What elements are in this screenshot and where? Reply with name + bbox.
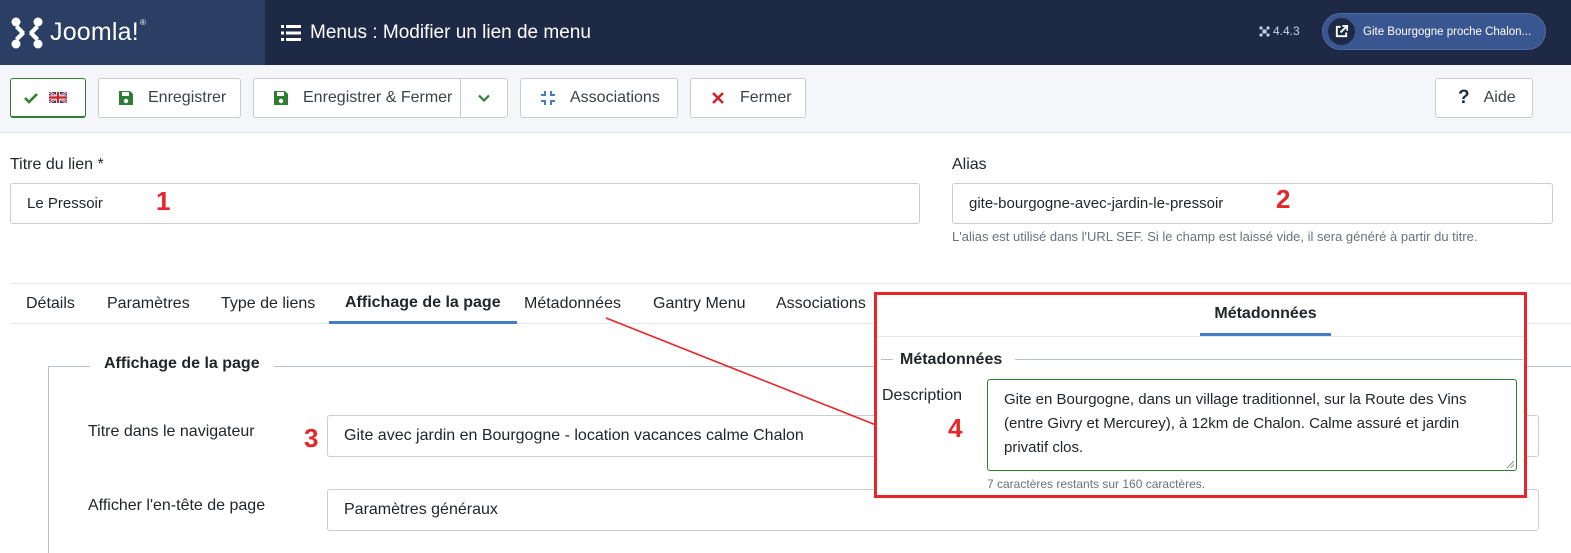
alias-hint: L'alias est utilisé dans l'URL SEF. Si l… bbox=[952, 229, 1478, 244]
show-header-label: Afficher l'en-tête de page bbox=[88, 497, 266, 514]
browser-title-label: Titre dans le navigateur bbox=[88, 423, 255, 440]
compress-icon bbox=[539, 89, 557, 107]
tab-link-type[interactable]: Type de liens bbox=[221, 284, 315, 324]
annotation-number-1: 1 bbox=[156, 186, 171, 216]
help-button-label: Aide bbox=[1483, 89, 1516, 106]
save-button[interactable]: Enregistrer bbox=[98, 78, 241, 118]
site-button-label: Gite Bourgogne proche Chalon... bbox=[1363, 25, 1532, 38]
tab-parameters[interactable]: Paramètres bbox=[107, 284, 190, 324]
close-button-label: Fermer bbox=[740, 89, 792, 106]
floppy-disk-icon bbox=[272, 89, 290, 107]
joomla-logo[interactable]: Joomla!® bbox=[0, 0, 265, 65]
close-button[interactable]: Fermer bbox=[690, 78, 806, 118]
uk-flag-icon bbox=[49, 92, 67, 103]
close-icon bbox=[709, 89, 727, 107]
metadata-callout: Métadonnées Métadonnées Description Gite… bbox=[874, 292, 1527, 498]
page-title: Menus : Modifier un lien de menu bbox=[281, 0, 591, 65]
save-language-button[interactable] bbox=[10, 78, 86, 118]
top-header: Joomla!® Menus : Modifier un lien de men… bbox=[0, 0, 1571, 65]
check-icon bbox=[24, 92, 38, 104]
callout-tab-metadata[interactable]: Métadonnées bbox=[1200, 295, 1331, 336]
external-link-icon bbox=[1328, 18, 1355, 45]
title-input-value: Le Pressoir bbox=[27, 195, 103, 212]
version-badge: 4.4.3 bbox=[1259, 24, 1300, 38]
associations-button[interactable]: Associations bbox=[520, 78, 678, 118]
associations-button-label: Associations bbox=[570, 89, 660, 106]
floppy-disk-icon bbox=[117, 89, 135, 107]
save-options-dropdown[interactable] bbox=[460, 78, 508, 118]
view-site-button[interactable]: Gite Bourgogne proche Chalon... bbox=[1322, 13, 1546, 50]
annotation-number-2: 2 bbox=[1276, 184, 1291, 214]
page-title-text: Menus : Modifier un lien de menu bbox=[310, 21, 591, 43]
tab-details[interactable]: Détails bbox=[26, 284, 75, 324]
callout-tab-divider bbox=[877, 336, 1524, 337]
save-button-label: Enregistrer bbox=[148, 89, 227, 106]
alias-label: Alias bbox=[952, 156, 987, 173]
show-header-value: Paramètres généraux bbox=[344, 501, 498, 518]
annotation-number-3: 3 bbox=[304, 423, 319, 453]
description-label: Description bbox=[882, 387, 963, 404]
version-text: 4.4.3 bbox=[1273, 24, 1300, 38]
logo-text: Joomla!® bbox=[50, 18, 147, 46]
callout-legend-line-right bbox=[1015, 359, 1523, 360]
help-button[interactable]: ? Aide bbox=[1435, 78, 1533, 118]
toolbar: Enregistrer Enregistrer & Fermer Associa… bbox=[0, 65, 1571, 133]
page-display-legend: Affichage de la page bbox=[90, 355, 274, 373]
alias-input[interactable]: gite-bourgogne-avec-jardin-le-pressoir bbox=[952, 183, 1553, 224]
joomla-logo-icon bbox=[11, 17, 43, 48]
title-input[interactable]: Le Pressoir bbox=[10, 183, 920, 224]
question-icon: ? bbox=[1458, 87, 1470, 108]
callout-legend-line-left bbox=[881, 359, 893, 360]
alias-input-value: gite-bourgogne-avec-jardin-le-pressoir bbox=[969, 195, 1224, 212]
save-close-button-label: Enregistrer & Fermer bbox=[303, 89, 453, 106]
tab-page-display[interactable]: Affichage de la page bbox=[329, 284, 517, 324]
annotation-number-4: 4 bbox=[948, 413, 963, 443]
tab-gantry-menu[interactable]: Gantry Menu bbox=[653, 284, 745, 324]
save-close-button[interactable]: Enregistrer & Fermer bbox=[253, 78, 461, 118]
callout-legend: Métadonnées bbox=[900, 351, 1003, 368]
joomla-small-icon bbox=[1259, 25, 1270, 37]
list-icon bbox=[281, 24, 301, 41]
title-label: Titre du lien * bbox=[10, 156, 104, 173]
description-textarea[interactable]: Gite en Bourgogne, dans un village tradi… bbox=[987, 379, 1517, 471]
chevron-down-icon bbox=[478, 94, 490, 103]
tab-metadata[interactable]: Métadonnées bbox=[524, 284, 621, 324]
description-char-count: 7 caractères restants sur 160 caractères… bbox=[987, 477, 1206, 491]
resize-grip-icon[interactable] bbox=[1506, 460, 1514, 468]
description-value: Gite en Bourgogne, dans un village tradi… bbox=[1004, 391, 1467, 456]
browser-title-value: Gite avec jardin en Bourgogne - location… bbox=[344, 427, 804, 444]
tab-associations[interactable]: Associations bbox=[776, 284, 866, 324]
